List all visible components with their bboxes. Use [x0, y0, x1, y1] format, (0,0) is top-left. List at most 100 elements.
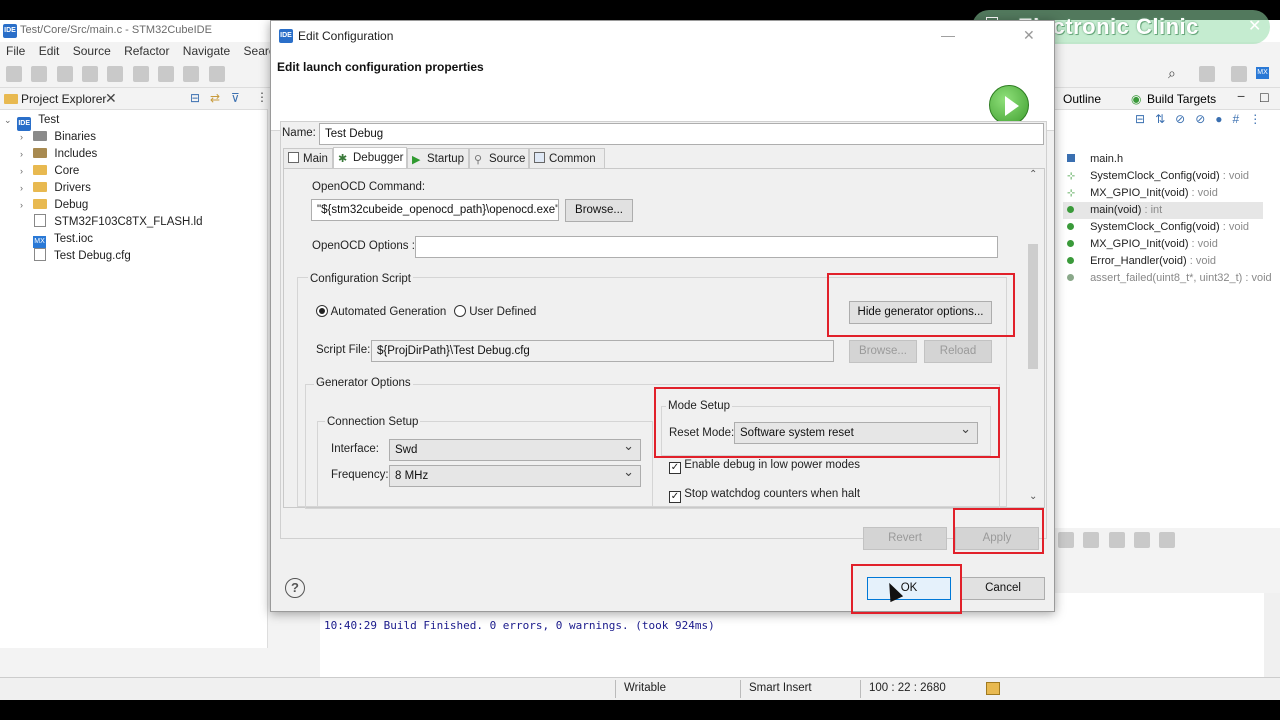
- scroll-lock-icon[interactable]: [1083, 532, 1100, 548]
- tree-item-includes[interactable]: › Includes: [20, 146, 97, 163]
- view-menu-icon[interactable]: ⋮: [256, 90, 268, 104]
- chevron-right-icon[interactable]: ›: [20, 129, 30, 146]
- tree-item-label: Debug: [54, 199, 89, 211]
- chevron-right-icon[interactable]: ›: [20, 163, 30, 180]
- tab-label: Main: [303, 153, 328, 165]
- minimize-icon[interactable]: −: [1237, 88, 1245, 104]
- chevron-right-icon[interactable]: ›: [20, 146, 30, 163]
- tree-item-core[interactable]: › Core: [20, 163, 79, 180]
- outline-item-selected[interactable]: main(void) : int: [1063, 202, 1263, 219]
- script-browse-button[interactable]: Browse...: [849, 340, 917, 363]
- openocd-command-field[interactable]: "${stm32cubeide_openocd_path}\openocd.ex…: [311, 199, 559, 221]
- new-icon[interactable]: [6, 66, 22, 82]
- filter-icon[interactable]: ⊽: [231, 91, 240, 105]
- frequency-select[interactable]: 8 MHz: [389, 462, 641, 487]
- outline-item[interactable]: Error_Handler(void) : void: [1067, 253, 1216, 270]
- hide-nonpublic-icon[interactable]: ●: [1215, 112, 1232, 126]
- tree-root[interactable]: ⌄ IDE Test: [4, 112, 59, 131]
- sort-icon[interactable]: ⇅: [1155, 112, 1175, 126]
- close-icon[interactable]: ✕: [105, 90, 117, 107]
- radio-user-defined[interactable]: User Defined: [454, 305, 536, 318]
- close-icon[interactable]: ✕: [1023, 27, 1035, 44]
- menu-refactor[interactable]: Refactor: [124, 42, 169, 60]
- display-console-icon[interactable]: [1134, 532, 1151, 548]
- help-icon[interactable]: ?: [285, 578, 305, 598]
- script-file-field[interactable]: ${ProjDirPath}\Test Debug.cfg: [371, 340, 834, 362]
- outline-item[interactable]: main.h: [1067, 151, 1123, 168]
- menu-navigate[interactable]: Navigate: [183, 42, 230, 60]
- minimize-icon[interactable]: —: [941, 27, 955, 43]
- tab-common[interactable]: Common: [529, 148, 605, 169]
- vertical-scrollbar[interactable]: ⌃ ⌄: [1025, 169, 1041, 505]
- tree-item-cfg-file[interactable]: Test Debug.cfg: [34, 248, 131, 265]
- outline-item[interactable]: ⊹ SystemClock_Config(void) : void: [1067, 168, 1249, 185]
- scroll-thumb[interactable]: [1028, 244, 1038, 369]
- save-all-icon[interactable]: [56, 66, 73, 82]
- name-field[interactable]: Test Debug: [319, 123, 1044, 145]
- tab-build-targets[interactable]: Build Targets: [1147, 92, 1216, 106]
- mx-perspective-icon[interactable]: MX: [1256, 67, 1269, 79]
- tree-item-debug[interactable]: › Debug: [20, 197, 88, 214]
- tree-item-drivers[interactable]: › Drivers: [20, 180, 91, 197]
- outline-item-type: : void: [1242, 272, 1272, 284]
- perspective-icon[interactable]: [1199, 66, 1215, 82]
- openocd-command-label: OpenOCD Command:: [312, 181, 426, 193]
- console-scrollbar[interactable]: [1264, 593, 1280, 678]
- pin-icon[interactable]: [1108, 532, 1125, 548]
- save-icon[interactable]: [31, 66, 48, 82]
- cpp-perspective-icon[interactable]: [1231, 66, 1247, 82]
- revert-button[interactable]: Revert: [863, 527, 947, 550]
- scroll-up-icon[interactable]: ⌃: [1029, 169, 1037, 180]
- reload-button[interactable]: Reload: [924, 340, 992, 363]
- menu-source[interactable]: Source: [73, 42, 111, 60]
- menu-edit[interactable]: Edit: [39, 42, 60, 60]
- view-menu-icon[interactable]: ⋮: [1249, 112, 1271, 126]
- new-console-icon[interactable]: [1159, 532, 1176, 548]
- enable-debug-low-power-checkbox[interactable]: ✓ Enable debug in low power modes: [669, 459, 860, 474]
- openocd-options-field[interactable]: [415, 236, 998, 258]
- hide-fields-icon[interactable]: ⊘: [1175, 112, 1195, 126]
- binary-icon[interactable]: [132, 66, 149, 82]
- tab-source[interactable]: ⚲ Source: [469, 148, 529, 169]
- chevron-down-icon[interactable]: ⌄: [4, 112, 14, 129]
- menu-file[interactable]: File: [6, 42, 25, 60]
- hand-icon[interactable]: [183, 66, 200, 82]
- tree-item-linker-file[interactable]: STM32F103C8TX_FLASH.ld: [34, 214, 203, 231]
- ide-logo-icon: IDE: [3, 24, 17, 38]
- checkmark-icon: ✓: [669, 462, 681, 474]
- link-editor-icon[interactable]: ⇄: [210, 91, 220, 105]
- tab-outline[interactable]: Outline: [1063, 92, 1101, 106]
- settings-icon[interactable]: [82, 66, 99, 82]
- cancel-button[interactable]: Cancel: [961, 577, 1045, 600]
- outline-item[interactable]: assert_failed(uint8_t*, uint32_t) : void: [1067, 270, 1272, 287]
- outline-item[interactable]: ⊹ MX_GPIO_Init(void) : void: [1067, 185, 1218, 202]
- outline-item[interactable]: MX_GPIO_Init(void) : void: [1067, 236, 1218, 253]
- clear-console-icon[interactable]: [1058, 532, 1074, 548]
- tab-startup[interactable]: ▶ Startup: [407, 148, 469, 169]
- interface-select[interactable]: Swd: [389, 436, 641, 461]
- scroll-down-icon[interactable]: ⌄: [1029, 491, 1037, 502]
- debug-icon[interactable]: [158, 66, 175, 82]
- tree-item-ioc-file[interactable]: MX Test.ioc: [33, 231, 93, 248]
- openocd-browse-button[interactable]: Browse...: [565, 199, 633, 222]
- maximize-icon[interactable]: ☐: [1259, 91, 1270, 105]
- radio-automated-generation[interactable]: Automated Generation: [316, 305, 446, 318]
- outline-item[interactable]: SystemClock_Config(void) : void: [1067, 219, 1249, 236]
- hide-static-icon[interactable]: ⊘: [1195, 112, 1215, 126]
- chevron-right-icon[interactable]: ›: [20, 197, 30, 214]
- collapse-icon[interactable]: ⊟: [1135, 112, 1155, 126]
- build-icon[interactable]: [107, 66, 124, 82]
- search-icon[interactable]: ⌕: [1168, 65, 1176, 82]
- hash-icon[interactable]: #: [1233, 112, 1250, 126]
- collapse-all-icon[interactable]: ⊟: [190, 91, 200, 105]
- dialog-header: Edit launch configuration properties: [271, 51, 1054, 131]
- outline-item-type: : void: [1188, 238, 1218, 250]
- tree-item-binaries[interactable]: › Binaries: [20, 129, 96, 146]
- stop-watchdog-checkbox[interactable]: ✓ Stop watchdog counters when halt: [669, 488, 860, 503]
- outline-item-type: : void: [1188, 187, 1218, 199]
- tab-main[interactable]: Main: [283, 148, 333, 169]
- close-icon: ✕: [1248, 18, 1262, 35]
- chevron-right-icon[interactable]: ›: [20, 180, 30, 197]
- home-icon[interactable]: [208, 66, 225, 82]
- tab-debugger[interactable]: ✱ Debugger: [333, 147, 407, 169]
